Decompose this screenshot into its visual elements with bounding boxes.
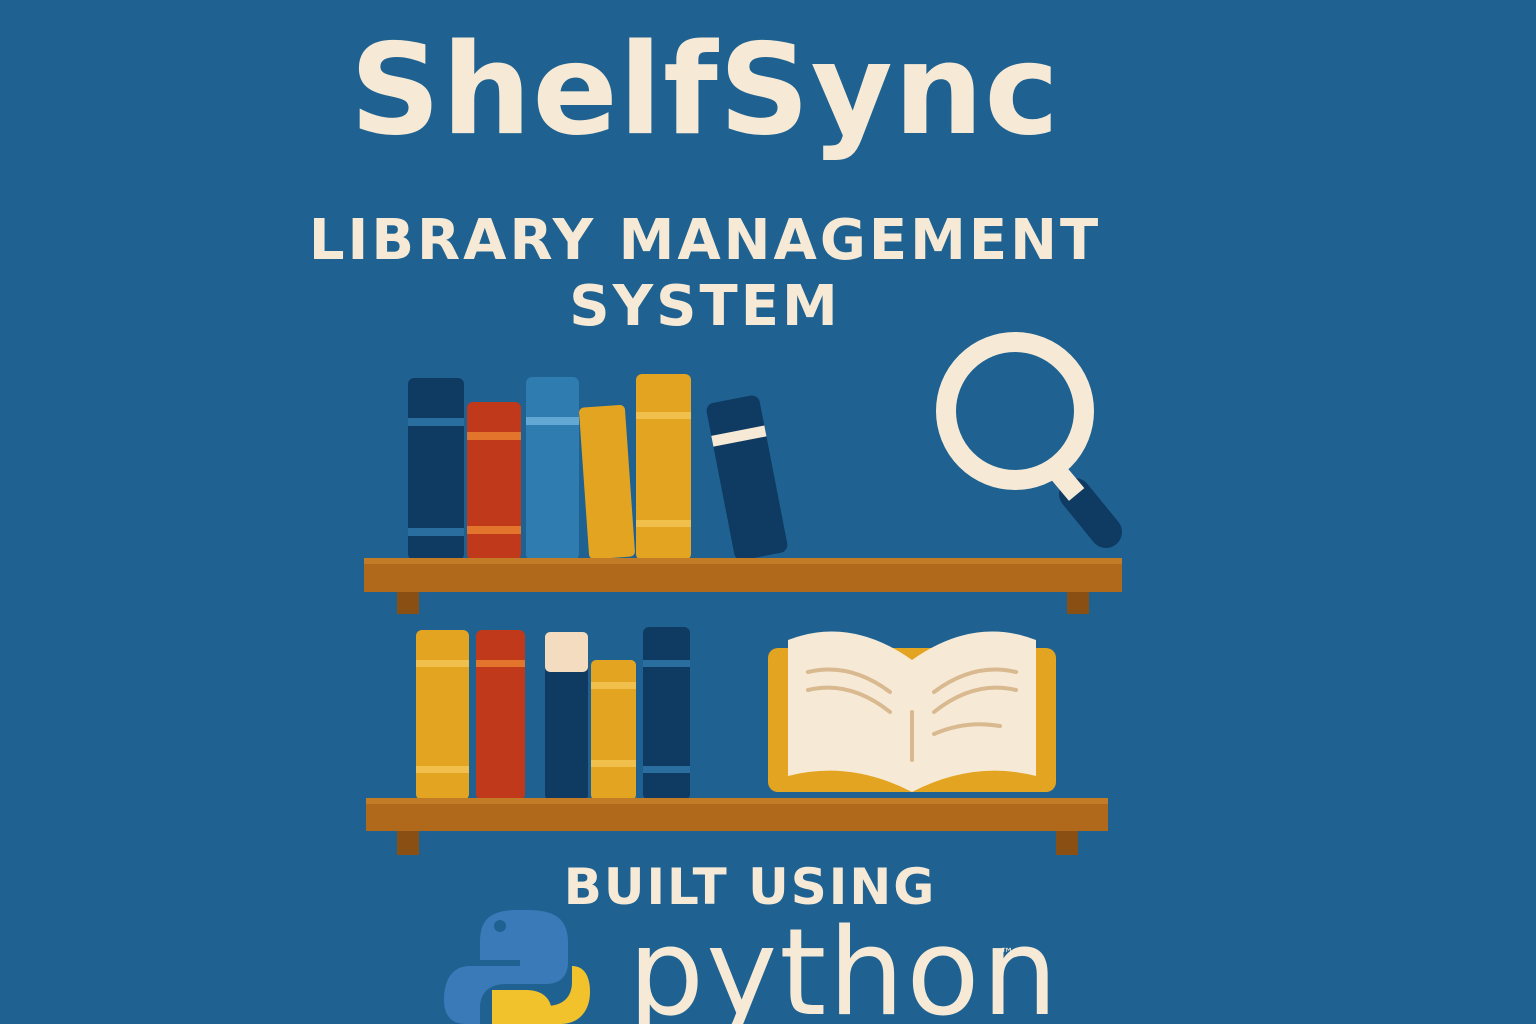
poster: ShelfSync LIBRARY MANAGEMENT SYSTEM BUIL… xyxy=(0,0,1536,1024)
open-book-icon xyxy=(768,631,1056,792)
book-spine xyxy=(643,627,690,800)
trademark-symbol: ™ xyxy=(1000,946,1014,962)
bottom-shelf xyxy=(366,798,1108,855)
top-book-row xyxy=(408,374,788,561)
book-spine xyxy=(408,378,464,560)
magnifying-glass-icon xyxy=(936,332,1122,548)
python-wordmark: python xyxy=(628,904,1060,1024)
book-spine xyxy=(545,632,588,800)
bottom-book-row xyxy=(416,627,690,800)
book-spine xyxy=(591,660,636,800)
book-spine xyxy=(476,630,525,800)
book-spine xyxy=(416,630,469,800)
book-spine xyxy=(706,395,788,561)
book-spine xyxy=(467,402,521,560)
top-shelf xyxy=(364,558,1122,614)
python-logo-icon xyxy=(444,910,590,1024)
book-spine xyxy=(526,377,579,560)
book-spine xyxy=(636,374,691,560)
book-spine xyxy=(579,404,635,560)
